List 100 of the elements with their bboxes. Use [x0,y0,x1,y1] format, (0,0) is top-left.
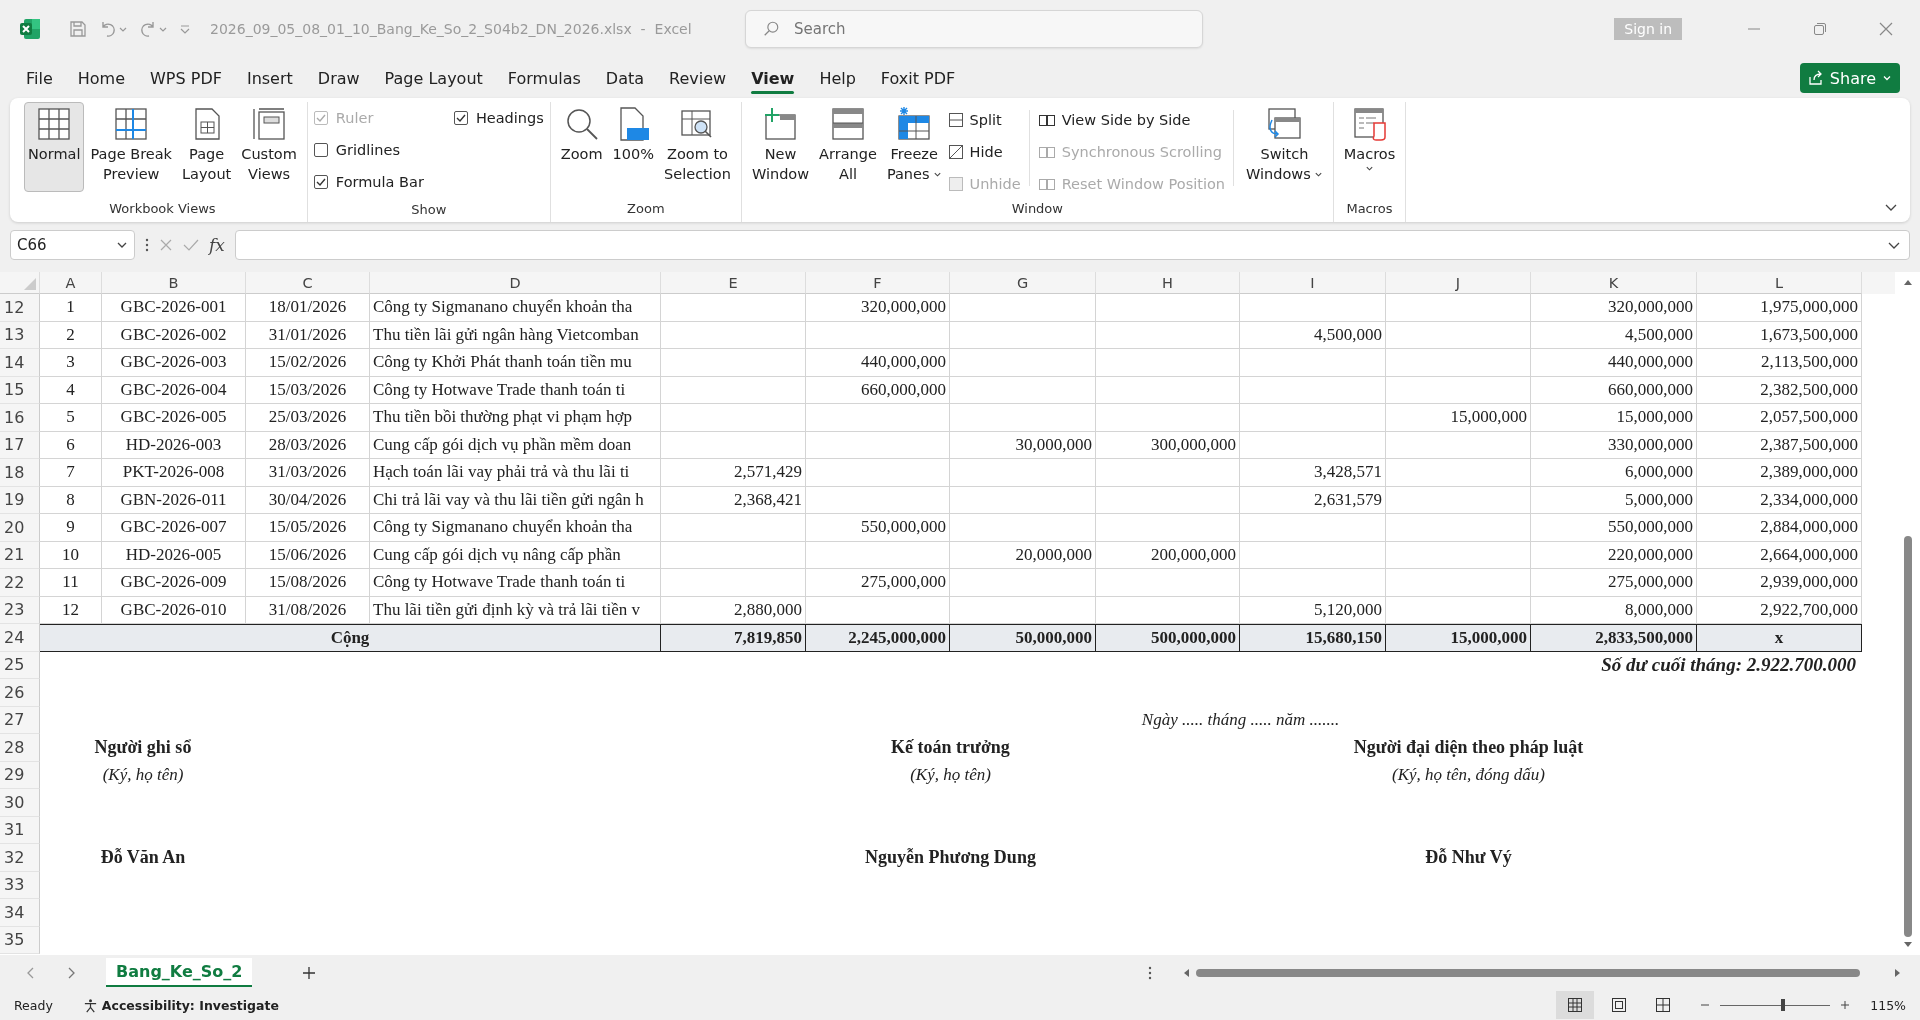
row-header[interactable]: 23 [0,596,40,624]
save-icon[interactable] [68,19,88,39]
ribbon-tab[interactable]: Insert [234,64,305,92]
formula-input[interactable] [234,230,1910,260]
row-header[interactable]: 20 [0,514,40,542]
check-icon[interactable] [183,238,199,252]
previous-sheet-icon[interactable] [26,965,36,980]
row-header[interactable]: 12 [0,294,40,322]
zoom-in-icon[interactable] [1840,1000,1851,1010]
zoom-slider-thumb[interactable] [1780,999,1785,1011]
column-header[interactable]: B [102,272,246,294]
row-header[interactable]: 28 [0,734,40,762]
column-header[interactable]: G [950,272,1096,294]
next-sheet-icon[interactable] [66,965,76,980]
ribbon-tab[interactable]: Home [65,64,138,92]
row-header[interactable]: 18 [0,459,40,487]
row-header[interactable]: 35 [0,926,40,954]
search-box[interactable]: Search [745,10,1203,48]
zoom-button[interactable]: 100% [608,102,659,192]
accessibility-button[interactable]: Accessibility: Investigate [82,997,279,1013]
row-header[interactable]: 22 [0,569,40,597]
checkbox[interactable]: Headings [453,106,544,130]
checkbox[interactable]: Gridlines [313,138,424,162]
row-header[interactable]: 27 [0,706,40,734]
row-header[interactable]: 13 [0,321,40,349]
column-header[interactable]: H [1096,272,1240,294]
checkbox[interactable]: Formula Bar [313,170,424,194]
ribbon-tab[interactable]: Help [807,64,868,92]
window-option-button[interactable]: Hide [947,138,1021,165]
ribbon-tab[interactable]: Data [593,64,657,92]
restore-icon[interactable] [1812,21,1828,37]
column-header[interactable]: L [1697,272,1862,294]
insert-function-button[interactable]: fx [209,235,225,255]
redo-icon[interactable] [138,19,168,39]
ribbon-tab[interactable]: Draw [305,64,372,92]
column-header[interactable]: F [806,272,950,294]
ribbon-tab[interactable]: WPS PDF [138,64,234,92]
view-button[interactable]: Page Break Preview [86,102,176,192]
row-header[interactable]: 29 [0,761,40,789]
column-header[interactable]: D [370,272,661,294]
more-options-icon[interactable] [1148,965,1152,980]
ribbon-tab[interactable]: Page Layout [372,64,495,92]
scrollbar-thumb[interactable] [1903,535,1912,937]
window-button[interactable]: Freeze Panes [882,102,946,192]
row-header[interactable]: 21 [0,541,40,569]
share-button[interactable]: Share [1799,63,1900,93]
more-options-icon[interactable] [145,238,149,252]
ribbon-tab[interactable]: Review [657,64,739,92]
table-cell: 15/08/2026 [246,569,370,597]
row-header[interactable]: 15 [0,376,40,404]
scroll-up-icon[interactable] [1902,278,1913,286]
table-cell: 320,000,000 [1531,294,1697,322]
window-option-button[interactable]: Split [947,106,1021,133]
window-button[interactable]: New Window [747,102,814,192]
column-header[interactable]: J [1386,272,1531,294]
scroll-left-icon[interactable] [1182,967,1190,978]
ribbon-tab[interactable]: File [14,64,65,92]
macros-button[interactable]: Macros [1339,102,1400,192]
column-header[interactable]: A [40,272,102,294]
column-header[interactable]: K [1531,272,1697,294]
add-sheet-icon[interactable] [302,965,317,980]
view-button[interactable]: Page Layout [178,102,236,192]
zoom-button[interactable]: Zoom to Selection [660,102,735,192]
row-header[interactable]: 32 [0,844,40,872]
view-button[interactable]: Normal [24,102,85,192]
signature-text: Đỗ Văn An [100,847,186,869]
scroll-down-icon[interactable] [1902,941,1913,949]
ribbon-tab[interactable]: View [739,64,807,92]
scrollbar-thumb[interactable] [1196,968,1861,977]
window-option-button[interactable]: View Side by Side [1037,106,1226,133]
zoom-percent[interactable]: 115% [1870,997,1906,1013]
view-button[interactable]: Custom Views [237,102,301,192]
row-header[interactable]: 17 [0,431,40,459]
row-header[interactable]: 26 [0,679,40,707]
switch-windows-button[interactable]: Switch Windows [1242,102,1327,192]
row-header[interactable]: 25 [0,651,40,679]
customize-toolbar-icon[interactable] [178,22,192,36]
horizontal-scrollbar[interactable] [1182,967,1902,978]
sheet-tab[interactable]: Bang_Ke_So_2 [106,958,253,987]
search-field[interactable]: Search [794,14,1186,44]
name-box[interactable]: C66 [10,230,135,260]
column-header[interactable]: I [1240,272,1386,294]
close-icon[interactable] [1878,21,1894,37]
normal-view-button[interactable] [1556,991,1595,1019]
column-header[interactable]: C [246,272,370,294]
zoom-button[interactable]: Zoom [556,102,607,192]
row-header[interactable]: 14 [0,349,40,377]
row-header[interactable]: 31 [0,816,40,844]
row-header[interactable]: 30 [0,789,40,817]
row-header[interactable]: 33 [0,871,40,899]
row-header[interactable]: 16 [0,404,40,432]
window-button[interactable]: Arrange All [815,102,881,192]
row-header[interactable]: 34 [0,899,40,927]
row-header[interactable]: 24 [0,624,40,652]
cancel-icon[interactable] [159,238,173,252]
row-header[interactable]: 19 [0,486,40,514]
column-header[interactable]: E [661,272,806,294]
scroll-right-icon[interactable] [1894,967,1902,978]
ribbon-tab[interactable]: Formulas [495,64,593,92]
ribbon-tab[interactable]: Foxit PDF [868,64,968,92]
